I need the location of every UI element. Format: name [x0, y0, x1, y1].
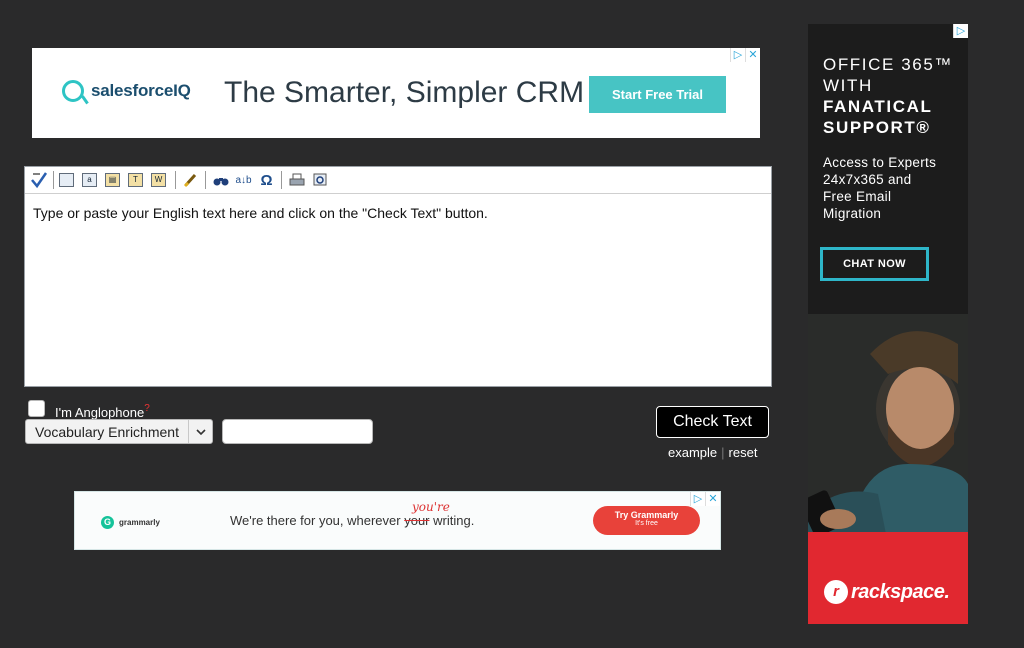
mode-select[interactable]: Vocabulary Enrichment	[25, 419, 213, 444]
copy-icon[interactable]	[59, 171, 78, 190]
try-grammarly-label: Try Grammarly	[614, 510, 679, 520]
man-with-phone-photo	[808, 314, 968, 544]
example-link[interactable]: example	[668, 445, 717, 460]
text-editor[interactable]: a ▤ T W a↓b Ω Type or paste your English…	[24, 166, 772, 387]
print-icon[interactable]	[287, 171, 306, 190]
adchoices-icon[interactable]: ▷	[953, 24, 968, 38]
spellcheck-icon[interactable]	[29, 171, 48, 190]
salesforceiq-q-icon	[62, 80, 84, 102]
adchoices-badge[interactable]: ▷ ✕	[690, 492, 720, 506]
salesforceiq-banner-ad[interactable]: ▷ ✕ salesforceIQ The Smarter, Simpler CR…	[32, 48, 760, 138]
headline-line: WITH	[823, 76, 873, 95]
paste-text-icon[interactable]: T	[128, 171, 147, 190]
body-line: Migration	[823, 206, 882, 221]
rackspace-headline: OFFICE 365™ WITH FANATICAL SUPPORT®	[823, 54, 953, 138]
adchoices-icon[interactable]: ▷	[730, 48, 745, 62]
body-line: Access to Experts	[823, 155, 937, 170]
ad-close-icon[interactable]: ✕	[745, 48, 760, 62]
reset-link[interactable]: reset	[729, 445, 758, 460]
anglophone-checkbox[interactable]	[28, 400, 45, 417]
paste-word-icon[interactable]: W	[151, 171, 170, 190]
rackspace-brand-band	[808, 532, 968, 624]
rackspace-side-ad[interactable]: ▷ OFFICE 365™ WITH FANATICAL SUPPORT® Ac…	[808, 24, 968, 624]
toolbar-separator	[53, 171, 54, 189]
chat-now-button[interactable]: CHAT NOW	[820, 247, 929, 281]
toolbar-separator	[281, 171, 282, 189]
select-all-icon[interactable]: a	[82, 171, 101, 190]
clear-format-icon[interactable]	[181, 171, 200, 190]
secondary-input[interactable]	[222, 419, 373, 444]
adchoices-icon[interactable]: ▷	[690, 492, 705, 506]
ad-close-icon[interactable]: ✕	[705, 492, 720, 506]
headline-line: OFFICE 365™	[823, 55, 954, 74]
headline-line: SUPPORT®	[823, 118, 931, 137]
salesforceiq-brand: salesforceIQ	[91, 81, 191, 100]
start-free-trial-button[interactable]: Start Free Trial	[589, 76, 726, 113]
replace-icon[interactable]: a↓b	[234, 171, 253, 190]
salesforceiq-logo: salesforceIQ	[62, 80, 191, 102]
anglophone-help-link[interactable]: ?	[144, 403, 150, 414]
adchoices-badge[interactable]: ▷ ✕	[730, 48, 760, 62]
tagline-strike: your	[404, 513, 430, 528]
grammarly-correction: you're	[412, 500, 450, 514]
rackspace-body: Access to Experts 24x7x365 and Free Emai…	[823, 154, 936, 222]
check-text-button[interactable]: Check Text	[656, 406, 769, 438]
anglophone-option[interactable]: I'm Anglophone?	[28, 397, 150, 420]
anglophone-label-text: I'm Anglophone	[55, 405, 145, 420]
preview-icon[interactable]	[310, 171, 329, 190]
toolbar-separator	[205, 171, 206, 189]
try-grammarly-sublabel: It's free	[635, 520, 658, 527]
anglophone-label: I'm Anglophone?	[55, 403, 150, 420]
headline-line: FANATICAL	[823, 97, 933, 116]
mode-select-value: Vocabulary Enrichment	[35, 423, 179, 440]
grammarly-banner-ad[interactable]: ▷ ✕ G grammarly you're We're there for y…	[74, 491, 721, 550]
tagline-before: We're there for you, wherever	[230, 513, 405, 528]
grammarly-logo: G grammarly	[101, 516, 160, 529]
adchoices-badge[interactable]: ▷	[953, 24, 968, 38]
find-icon[interactable]	[211, 171, 230, 190]
grammarly-tagline: We're there for you, wherever your writi…	[230, 513, 474, 528]
body-line: Free Email	[823, 189, 892, 204]
special-char-icon[interactable]: Ω	[257, 171, 276, 190]
try-grammarly-button[interactable]: Try Grammarly It's free	[593, 506, 700, 535]
rackspace-brand: rackspace.	[851, 580, 950, 603]
editor-links: example | reset	[668, 445, 757, 460]
editor-toolbar: a ▤ T W a↓b Ω	[25, 167, 771, 194]
salesforceiq-tagline: The Smarter, Simpler CRM	[224, 76, 585, 109]
rackspace-mark-icon: r	[824, 580, 848, 604]
paste-icon[interactable]: ▤	[105, 171, 124, 190]
toolbar-separator	[175, 171, 176, 189]
chevron-down-icon[interactable]	[188, 420, 212, 443]
tagline-after: writing.	[429, 513, 475, 528]
link-separator: |	[721, 445, 725, 460]
rackspace-logo: r rackspace.	[824, 580, 950, 604]
body-line: 24x7x365 and	[823, 172, 912, 187]
grammarly-brand: grammarly	[119, 518, 160, 527]
editor-content[interactable]: Type or paste your English text here and…	[25, 194, 771, 232]
grammarly-g-icon: G	[101, 516, 114, 529]
